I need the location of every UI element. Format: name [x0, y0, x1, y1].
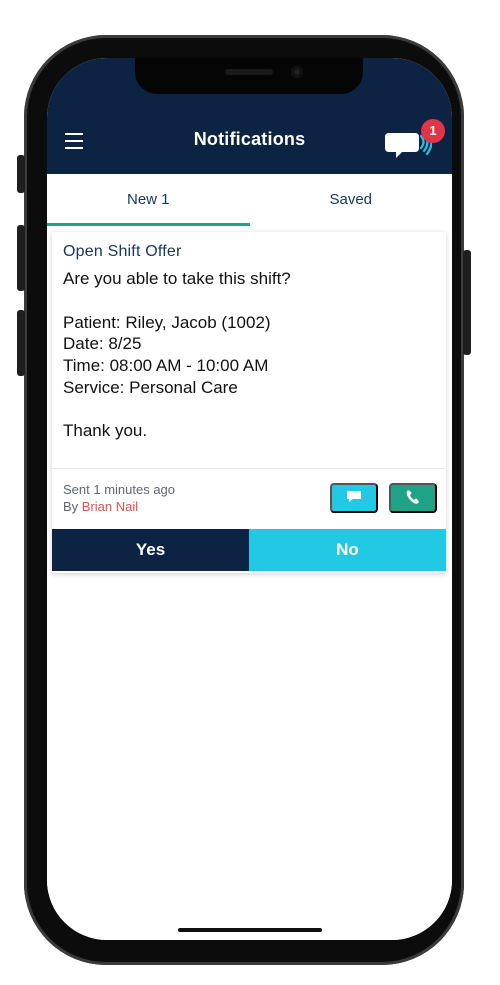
- volume-down-button: [17, 310, 25, 376]
- tab-new[interactable]: New 1: [47, 174, 250, 226]
- time-line: Time: 08:00 AM - 10:00 AM: [63, 356, 269, 375]
- call-button[interactable]: [389, 483, 437, 513]
- service-line: Service: Personal Care: [63, 378, 238, 397]
- notification-question: Are you able to take this shift?: [63, 269, 291, 288]
- chat-bubble-icon: [345, 489, 363, 507]
- speaker-grille: [225, 69, 273, 75]
- patient-line: Patient: Riley, Jacob (1002): [63, 313, 271, 332]
- power-button: [463, 250, 471, 355]
- notification-footer: Sent 1 minutes ago By Brian Nail: [52, 468, 446, 524]
- sender-name[interactable]: Brian Nail: [82, 499, 138, 514]
- volume-up-button: [17, 225, 25, 291]
- phone-icon: [404, 488, 422, 509]
- phone-screen: Notifications 1 New 1 Saved Open Shift O…: [47, 58, 452, 940]
- no-button[interactable]: No: [249, 529, 446, 571]
- front-camera: [291, 66, 303, 78]
- notification-card: Open Shift Offer Are you able to take th…: [52, 232, 446, 573]
- silent-switch: [17, 155, 25, 193]
- closing-line: Thank you.: [63, 421, 148, 440]
- response-actions: Yes No: [52, 529, 446, 571]
- message-button[interactable]: [330, 483, 378, 513]
- by-label: By: [63, 499, 79, 514]
- notification-list: Open Shift Offer Are you able to take th…: [47, 226, 452, 940]
- notification-badge[interactable]: 1: [421, 119, 445, 143]
- notification-tabs: New 1 Saved: [47, 174, 452, 226]
- tab-saved[interactable]: Saved: [250, 174, 453, 226]
- yes-button[interactable]: Yes: [52, 529, 249, 571]
- notch: [135, 58, 363, 94]
- sender-line: By Brian Nail: [63, 499, 138, 514]
- home-indicator[interactable]: [178, 928, 322, 932]
- sent-timestamp: Sent 1 minutes ago: [63, 482, 176, 497]
- date-line: Date: 8/25: [63, 334, 142, 353]
- notification-title: Open Shift Offer: [63, 243, 182, 260]
